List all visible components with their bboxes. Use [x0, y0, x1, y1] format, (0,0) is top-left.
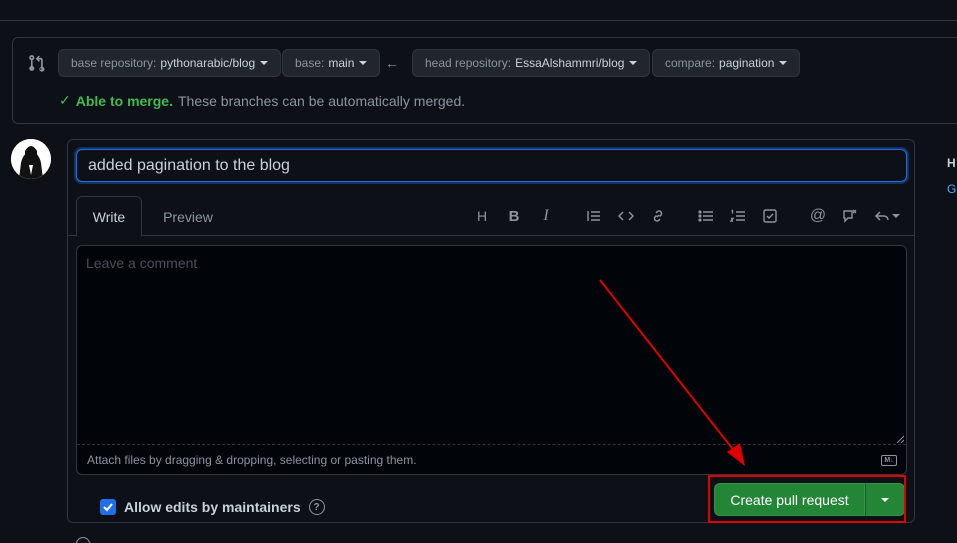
annotation-highlight-box [708, 475, 906, 523]
compare-branch-select[interactable]: compare: pagination [652, 49, 801, 77]
cross-reference-icon[interactable] [840, 206, 860, 226]
chevron-down-icon [779, 61, 788, 65]
chevron-down-icon [359, 61, 368, 65]
base-repository-select[interactable]: base repository: pythonarabic/blog [58, 49, 282, 77]
quote-icon[interactable] [584, 206, 604, 226]
top-divider [0, 20, 957, 21]
base-branch-select[interactable]: base: main [282, 49, 381, 77]
base-repository-value: pythonarabic/blog [160, 56, 256, 70]
resize-grip-icon[interactable] [896, 435, 904, 443]
compare-branch-value: pagination [719, 56, 775, 70]
base-repository-label: base repository: [71, 56, 157, 70]
comment-textarea[interactable] [77, 246, 906, 444]
merge-message: These branches can be automatically merg… [177, 92, 466, 109]
task-list-icon[interactable] [760, 206, 780, 226]
mention-icon[interactable]: @ [808, 206, 828, 226]
chevron-down-icon [629, 61, 638, 65]
editor-tabs: Write Preview H B I @ [68, 196, 914, 237]
attach-files-bar[interactable]: Attach files by dragging & dropping, sel… [77, 435, 906, 474]
heading-icon[interactable]: H [472, 206, 492, 226]
markdown-icon[interactable]: M↓ [881, 455, 897, 466]
comment-editor: Attach files by dragging & dropping, sel… [76, 245, 907, 475]
merge-status: ✓ Able to merge. These branches can be a… [59, 92, 465, 109]
unordered-list-icon[interactable] [696, 206, 716, 226]
arrow-left-icon: ← [385, 55, 399, 71]
bold-icon[interactable]: B [504, 206, 524, 226]
check-icon: ✓ [59, 92, 71, 108]
tab-preview[interactable]: Preview [152, 196, 224, 237]
code-icon[interactable] [616, 206, 636, 226]
pr-title-input[interactable] [76, 149, 907, 182]
merge-ok-text: Able to merge. [75, 92, 173, 109]
check-icon [103, 503, 113, 512]
chevron-down-icon [892, 214, 900, 218]
anonymous-mask-icon [11, 139, 51, 179]
head-repository-label: head repository: [425, 56, 512, 70]
head-repository-select[interactable]: head repository: EssaAlshammri/blog [412, 49, 651, 77]
attach-files-text: Attach files by dragging & dropping, sel… [87, 452, 417, 467]
link-icon[interactable] [648, 206, 668, 226]
italic-icon[interactable]: I [536, 206, 556, 226]
compare-branches-box: base repository: pythonarabic/blog base:… [12, 37, 957, 124]
base-branch-label: base: [295, 56, 325, 70]
compare-icon [29, 55, 45, 72]
compare-branch-label: compare: [665, 56, 716, 70]
ordered-list-icon[interactable] [728, 206, 748, 226]
base-branch-value: main [328, 56, 355, 70]
saved-reply-icon[interactable] [872, 206, 902, 226]
head-repository-value: EssaAlshammri/blog [515, 56, 625, 70]
info-icon [76, 537, 90, 543]
allow-edits-checkbox[interactable] [100, 499, 116, 515]
avatar[interactable] [11, 139, 51, 179]
pull-request-form: Write Preview H B I @ [67, 139, 915, 523]
chevron-down-icon [260, 61, 269, 65]
help-icon[interactable]: ? [308, 499, 325, 515]
sidebar-heading-fragment: H [947, 156, 956, 170]
sidebar-link-fragment[interactable]: G [947, 182, 956, 196]
allow-edits-option[interactable]: Allow edits by maintainers ? [100, 499, 325, 515]
tab-write[interactable]: Write [76, 196, 142, 237]
allow-edits-label: Allow edits by maintainers [124, 499, 301, 515]
